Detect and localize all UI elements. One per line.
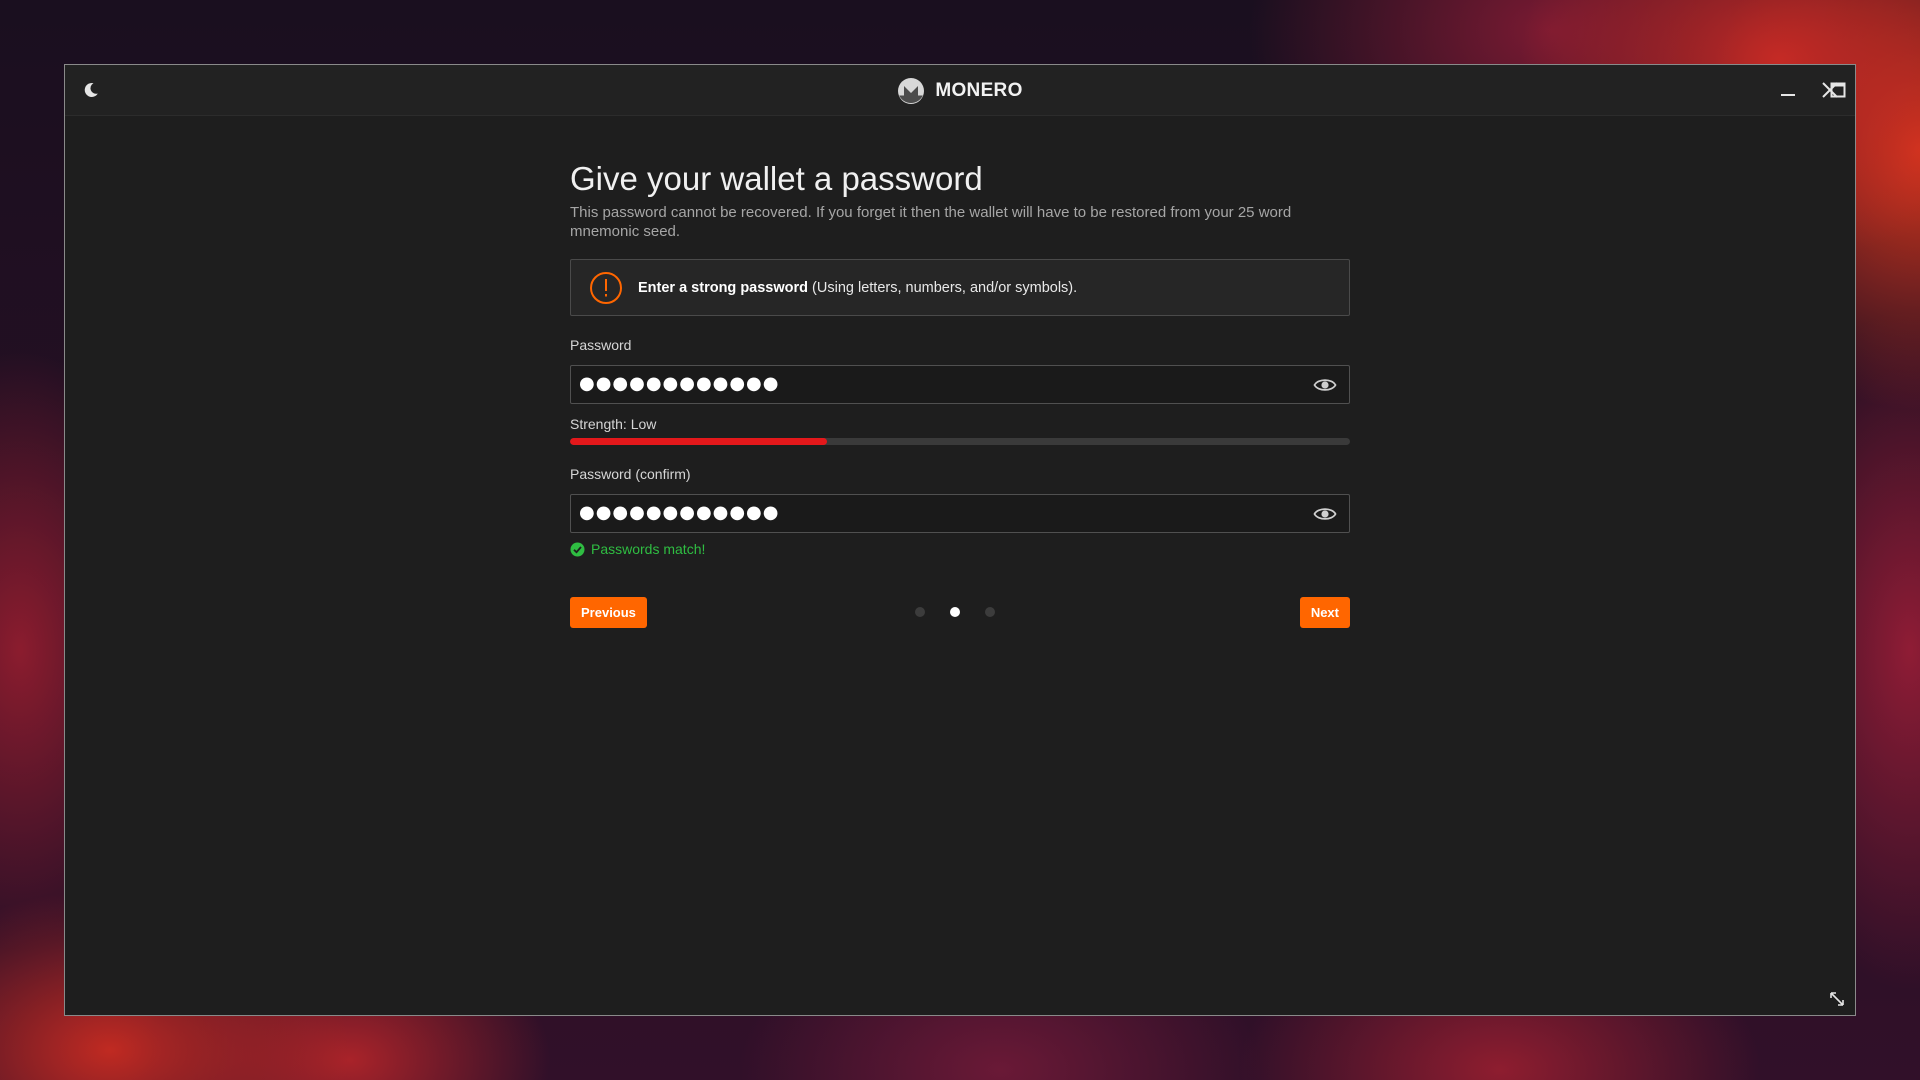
password-hint-text: Enter a strong password (Using letters, … xyxy=(638,280,1077,296)
step-dot-3[interactable] xyxy=(985,607,995,617)
eye-icon[interactable] xyxy=(1313,375,1337,395)
previous-button[interactable]: Previous xyxy=(570,597,647,628)
confirm-password-field[interactable]: ●●●●●●●●●●●● xyxy=(570,494,1350,533)
confirm-password-value: ●●●●●●●●●●●● xyxy=(579,502,780,523)
minimize-button[interactable] xyxy=(1771,73,1805,107)
close-icon xyxy=(1822,82,1838,98)
page-subtitle: This password cannot be recovered. If yo… xyxy=(570,204,1292,240)
strength-label: Strength: Low xyxy=(570,416,657,432)
brand-name: MONERO xyxy=(935,79,1023,101)
exclamation-circle-icon xyxy=(590,271,622,304)
monero-logo-icon xyxy=(898,77,925,104)
moon-icon[interactable] xyxy=(81,80,101,100)
password-match-status: Passwords match! xyxy=(570,541,1350,557)
eye-icon[interactable] xyxy=(1313,504,1337,524)
password-match-text: Passwords match! xyxy=(591,541,706,557)
password-hint-bold: Enter a strong password xyxy=(638,279,809,296)
confirm-password-label: Password (confirm) xyxy=(570,466,691,482)
step-dot-2[interactable] xyxy=(950,607,960,617)
password-field[interactable]: ●●●●●●●●●●●● xyxy=(570,365,1350,404)
resize-arrows-icon xyxy=(1830,992,1844,1006)
step-indicator xyxy=(915,607,995,617)
password-value: ●●●●●●●●●●●● xyxy=(579,373,780,394)
minimize-icon xyxy=(1781,94,1795,96)
check-circle-icon xyxy=(570,542,585,556)
password-form: Give your wallet a password This passwor… xyxy=(570,155,1350,628)
title-bar[interactable]: MONERO xyxy=(65,65,1855,116)
brand: MONERO xyxy=(65,65,1855,116)
app-window: MONERO Give your wallet a password This … xyxy=(64,64,1856,1016)
strength-meter-fill xyxy=(570,438,828,445)
password-label: Password xyxy=(570,337,632,353)
strength-meter xyxy=(570,438,1350,445)
resize-handle[interactable] xyxy=(1829,991,1845,1007)
next-button[interactable]: Next xyxy=(1299,597,1350,628)
step-dot-1[interactable] xyxy=(915,607,925,617)
page-title: Give your wallet a password xyxy=(570,160,983,197)
wizard-navigation: Previous Next xyxy=(570,597,1350,628)
close-button[interactable] xyxy=(1813,73,1847,107)
password-hint-box: Enter a strong password (Using letters, … xyxy=(570,259,1350,316)
password-hint-rest: (Using letters, numbers, and/or symbols)… xyxy=(808,279,1078,296)
